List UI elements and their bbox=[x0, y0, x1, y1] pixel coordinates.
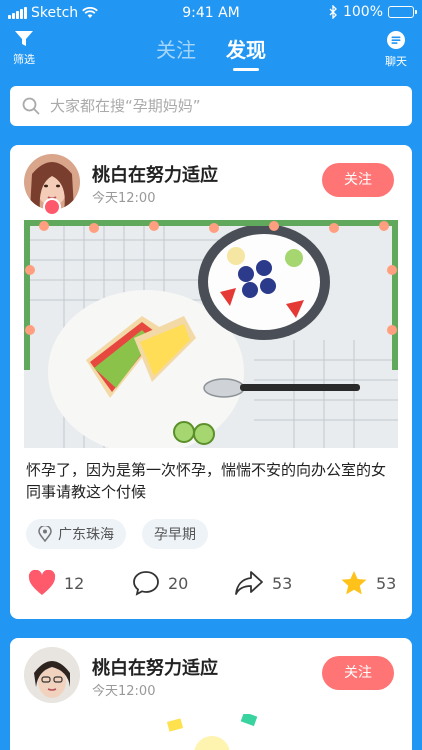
status-right: 100% bbox=[329, 4, 417, 20]
follow-button[interactable]: 关注 bbox=[322, 656, 394, 690]
username[interactable]: 桃白在努力适应 bbox=[92, 654, 218, 680]
share-button[interactable]: 53 bbox=[234, 570, 292, 596]
favorite-count: 53 bbox=[376, 573, 397, 593]
post-photo[interactable] bbox=[150, 714, 270, 750]
post-time: 今天12:00 bbox=[92, 191, 156, 206]
status-bar: Sketch 9:41 AM 100% bbox=[0, 0, 422, 26]
tab-discover[interactable]: 发现 bbox=[226, 34, 266, 71]
share-icon bbox=[235, 571, 263, 595]
location-label: 广东珠海 bbox=[58, 527, 114, 543]
star-icon bbox=[341, 571, 367, 595]
favorite-button[interactable]: 53 bbox=[340, 570, 396, 596]
chat-button[interactable]: 聊天 bbox=[380, 30, 412, 69]
share-count: 53 bbox=[272, 573, 293, 593]
battery-percent: 100% bbox=[342, 4, 383, 20]
search-input[interactable] bbox=[50, 97, 390, 115]
post-text: 怀孕了，因为是第一次怀孕，惴惴不安的向办公室的女同事请教这个付候 bbox=[26, 461, 387, 501]
like-button[interactable]: 12 bbox=[28, 570, 84, 596]
like-count: 12 bbox=[64, 573, 85, 593]
chat-label: 聊天 bbox=[385, 55, 407, 68]
search-bar bbox=[10, 86, 412, 126]
stage-label: 孕早期 bbox=[154, 527, 196, 543]
comment-button[interactable]: 20 bbox=[132, 570, 188, 596]
comment-icon bbox=[133, 571, 159, 596]
post-photo[interactable] bbox=[24, 220, 398, 448]
follow-button[interactable]: 关注 bbox=[322, 163, 394, 197]
gender-badge-icon bbox=[43, 198, 61, 216]
heart-icon bbox=[28, 570, 56, 595]
stage-tag[interactable]: 孕早期 bbox=[142, 519, 208, 549]
post-time: 今天12:00 bbox=[92, 684, 156, 699]
location-tag[interactable]: 广东珠海 bbox=[26, 519, 126, 549]
battery-icon bbox=[388, 6, 417, 18]
post-card[interactable]: 桃白在努力适应 今天12:00 关注 bbox=[10, 145, 412, 619]
tab-follow[interactable]: 关注 bbox=[156, 34, 196, 71]
location-icon bbox=[38, 526, 52, 542]
search-icon bbox=[22, 97, 40, 115]
tab-bar: 关注 发现 bbox=[0, 34, 422, 71]
avatar[interactable] bbox=[24, 647, 80, 703]
chat-icon bbox=[387, 31, 405, 49]
nav-bar: 筛选 关注 发现 聊天 bbox=[0, 26, 422, 82]
post-card[interactable]: 桃白在努力适应 今天12:00 关注 bbox=[10, 638, 412, 750]
comment-count: 20 bbox=[168, 573, 189, 593]
post-actions: 12 20 53 53 bbox=[10, 570, 412, 600]
username[interactable]: 桃白在努力适应 bbox=[92, 161, 218, 187]
bluetooth-icon bbox=[329, 5, 337, 19]
